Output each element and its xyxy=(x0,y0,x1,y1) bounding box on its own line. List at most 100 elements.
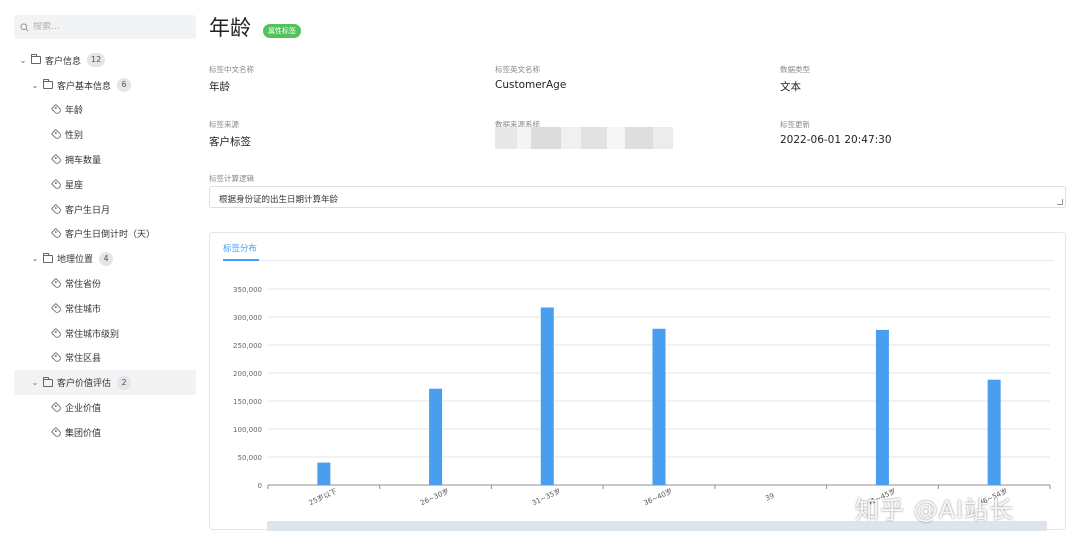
folder-icon xyxy=(43,376,53,387)
y-tick-label: 350,000 xyxy=(233,286,262,294)
count-badge: 2 xyxy=(117,375,132,390)
tree-item[interactable]: 常住区县 xyxy=(14,346,196,371)
watermark: 知乎 @AI站长 xyxy=(855,496,1015,524)
y-tick-label: 50,000 xyxy=(238,454,263,462)
chevron-down-icon[interactable]: ⌄ xyxy=(18,56,28,65)
count-badge: 6 xyxy=(117,78,132,93)
logic-textarea[interactable]: 根据身份证的出生日期计算年龄 xyxy=(209,186,1066,208)
source-value: 客户标签 xyxy=(209,136,251,148)
source-label: 标签来源 xyxy=(209,120,239,129)
distribution-bar-chart: 0 50,000 100,000 150,000 200,000 250,000 300,0… xyxy=(233,286,1051,507)
chevron-down-icon[interactable]: ⌄ xyxy=(30,81,40,90)
resize-handle-icon[interactable] xyxy=(1057,199,1063,205)
main-panel: 年龄 属性标签 标签中文名称 年龄 标签英文名称 CustomerAge 数据类… xyxy=(205,0,1080,550)
tag-icon xyxy=(50,228,63,240)
tree-item[interactable]: 客户生日倒计时（天） xyxy=(14,222,196,247)
tree-folder[interactable]: ⌄ 客户信息 12 xyxy=(14,48,196,73)
search-input[interactable] xyxy=(33,22,183,32)
tree-label: 客户基本信息 xyxy=(57,81,112,92)
distribution-card: 标签分布 0 50,000 100,000 150,000 200,000 250,000… xyxy=(209,232,1066,531)
tree-item[interactable]: 集团价值 xyxy=(14,420,196,445)
app: ⌄ 客户信息 12 ⌄ 客户基本信息 6 年龄性别拥车数量星座客户生日月客户生日倒计时（天）… xyxy=(0,0,1080,550)
tree-label: 常住城市级别 xyxy=(65,329,120,340)
tree-folder[interactable]: ⌄ 客户基本信息 6 xyxy=(14,73,196,98)
folder-icon xyxy=(43,79,53,90)
tag-icon xyxy=(50,277,63,290)
logic-label: 标签计算逻辑 xyxy=(209,174,254,183)
tree-label: 客户生日月 xyxy=(65,205,111,216)
tree-label: 年龄 xyxy=(65,106,84,117)
tree-label: 拥车数量 xyxy=(65,156,102,167)
tree-label: 企业价值 xyxy=(65,404,102,415)
search-box[interactable] xyxy=(14,15,196,39)
chevron-down-icon[interactable]: ⌄ xyxy=(30,378,40,387)
updated-label: 标签更新 xyxy=(780,120,810,129)
tag-icon xyxy=(50,178,63,191)
tag-icon xyxy=(50,129,63,141)
tree-item[interactable]: 企业价值 xyxy=(14,395,196,420)
tree-item[interactable]: 常住城市级别 xyxy=(14,321,196,346)
tree-folder[interactable]: ⌄ 地理位置 4 xyxy=(14,246,196,271)
tree-label: 常住省份 xyxy=(65,280,102,291)
chevron-down-icon[interactable]: ⌄ xyxy=(30,254,40,263)
tree-item[interactable]: 常住省份 xyxy=(14,271,196,296)
bar xyxy=(317,462,331,485)
y-tick-label: 300,000 xyxy=(233,314,262,322)
y-tick-label: 250,000 xyxy=(233,342,262,350)
tree-item[interactable]: 客户生日月 xyxy=(14,197,196,222)
tree-label: 常住区县 xyxy=(65,354,102,365)
tree-item[interactable]: 年龄 xyxy=(14,98,196,123)
folder-icon xyxy=(43,252,53,263)
tree-label: 星座 xyxy=(65,180,84,191)
tree-item[interactable]: 常住城市 xyxy=(14,296,196,321)
tag-icon xyxy=(50,203,63,215)
x-tick-label: 26~30岁 xyxy=(419,486,451,507)
en-name-value: CustomerAge xyxy=(495,79,567,91)
bar xyxy=(987,379,1001,485)
tag-icon xyxy=(50,104,63,116)
source-system-value-redacted xyxy=(495,127,673,149)
tree-label: 客户价值评估 xyxy=(57,379,112,390)
tag-icon xyxy=(50,401,63,414)
bar xyxy=(540,307,554,485)
bar xyxy=(875,329,889,485)
en-name-label: 标签英文名称 xyxy=(495,65,540,74)
data-type-value: 文本 xyxy=(780,81,801,93)
tree-label: 客户生日倒计时（天） xyxy=(65,230,156,241)
tag-icon xyxy=(50,352,63,364)
tree-label: 常住城市 xyxy=(65,304,102,315)
data-type-label: 数据类型 xyxy=(780,65,810,74)
tree-folder[interactable]: ⌄ 客户价值评估 2 xyxy=(14,370,196,396)
search-icon xyxy=(20,22,29,31)
tree-label: 性别 xyxy=(65,131,84,142)
folder-icon xyxy=(31,54,41,65)
y-tick-label: 150,000 xyxy=(233,398,262,406)
attribute-tag-badge: 属性标签 xyxy=(263,24,301,38)
tag-icon xyxy=(50,426,63,439)
count-badge: 12 xyxy=(87,53,106,68)
y-tick-label: 0 xyxy=(258,482,262,490)
bar xyxy=(652,328,666,485)
cn-name-label: 标签中文名称 xyxy=(209,65,254,74)
x-tick-label: 25岁以下 xyxy=(307,486,338,507)
tree-item[interactable]: 星座 xyxy=(14,172,196,197)
tree-item[interactable]: 拥车数量 xyxy=(14,147,196,172)
tree-label: 地理位置 xyxy=(57,255,94,266)
x-tick-label: 39 xyxy=(764,492,775,503)
tree-item[interactable]: 性别 xyxy=(14,122,196,147)
tag-icon xyxy=(50,302,63,315)
updated-value: 2022-06-01 20:47:30 xyxy=(780,134,892,146)
y-tick-label: 100,000 xyxy=(233,426,262,434)
cn-name-value: 年龄 xyxy=(209,81,230,93)
tree-label: 集团价值 xyxy=(65,428,102,439)
tag-icon xyxy=(50,153,63,166)
y-tick-label: 200,000 xyxy=(233,370,262,378)
tag-icon xyxy=(50,327,63,339)
category-tree: ⌄ 客户信息 12 ⌄ 客户基本信息 6 年龄性别拥车数量星座客户生日月客户生日倒计时（天）… xyxy=(14,48,196,445)
x-tick-label: 36~40岁 xyxy=(642,486,674,507)
page-title: 年龄 xyxy=(209,16,251,40)
tree-label: 客户信息 xyxy=(45,56,82,67)
x-tick-label: 31~35岁 xyxy=(530,486,562,507)
bar xyxy=(429,388,443,485)
logic-text: 根据身份证的出生日期计算年龄 xyxy=(219,195,339,205)
